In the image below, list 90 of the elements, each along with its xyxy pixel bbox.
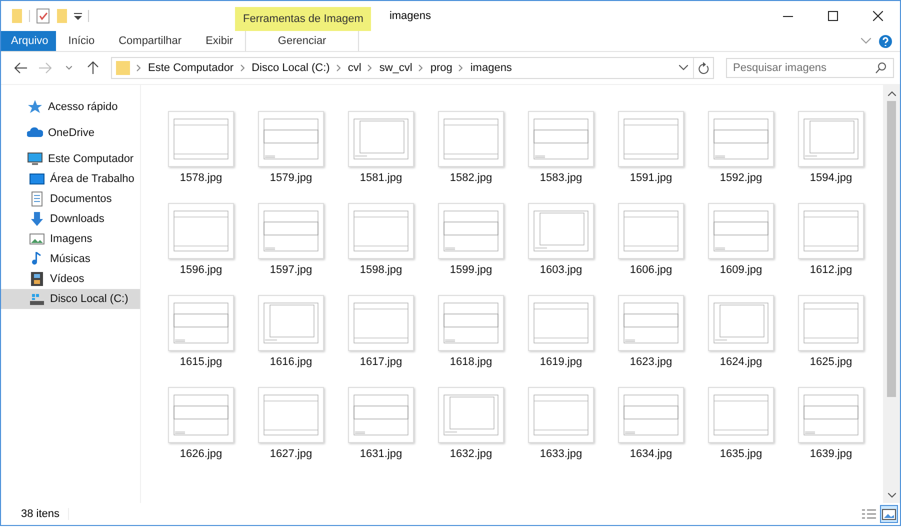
- item-count: 38 itens: [21, 508, 69, 520]
- desktop-icon: [29, 171, 45, 187]
- caret-icon: [678, 65, 688, 71]
- chevron-icon: [367, 64, 374, 72]
- sidebar-item[interactable]: Acesso rápido: [1, 97, 140, 117]
- sidebar-item[interactable]: Área de Trabalho: [1, 169, 140, 189]
- breadcrumb[interactable]: Disco Local (C:): [252, 62, 330, 74]
- window-title: imagens: [388, 9, 432, 24]
- file-name[interactable]: 1594.jpg: [810, 172, 852, 187]
- view-button[interactable]: [880, 505, 898, 523]
- document-icon: [29, 191, 45, 207]
- file-name[interactable]: 1634.jpg: [630, 448, 672, 463]
- file-name[interactable]: 1627.jpg: [270, 448, 312, 463]
- chevron-icon: [418, 64, 424, 72]
- sidebar-item[interactable]: Disco Local (C:): [1, 289, 140, 309]
- file-name[interactable]: 1581.jpg: [360, 172, 402, 187]
- file-name[interactable]: 1579.jpg: [270, 172, 312, 187]
- dropdown-icon[interactable]: [74, 12, 82, 20]
- file-name[interactable]: 1592.jpg: [720, 172, 762, 187]
- file-name[interactable]: 1623.jpg: [630, 356, 672, 371]
- file-name[interactable]: 1583.jpg: [540, 172, 582, 187]
- ribbon-tab[interactable]: Compartilhar: [106, 31, 194, 51]
- scroll-down-icon[interactable]: [888, 492, 896, 498]
- file-name[interactable]: 1625.jpg: [810, 356, 852, 371]
- picture-icon: [29, 231, 45, 247]
- address-bar[interactable]: Este Computador Disco Local (C:) cvl sw_cvl prog imagens: [111, 57, 714, 79]
- file-name[interactable]: 1617.jpg: [360, 356, 402, 371]
- file-name[interactable]: 1633.jpg: [540, 448, 582, 463]
- chevron-icon: [136, 64, 142, 72]
- sidebar-item[interactable]: Imagens: [1, 229, 140, 249]
- expand-ribbon-icon[interactable]: [861, 38, 871, 44]
- breadcrumb[interactable]: cvl: [348, 62, 362, 74]
- file-name[interactable]: 1639.jpg: [810, 448, 852, 463]
- file-name[interactable]: 1624.jpg: [720, 356, 762, 371]
- forward-icon: [38, 62, 52, 74]
- breadcrumb[interactable]: sw_cvl: [379, 62, 412, 74]
- file-name[interactable]: 1599.jpg: [450, 264, 492, 279]
- file-name[interactable]: 1582.jpg: [450, 172, 492, 187]
- breadcrumb[interactable]: prog: [430, 62, 452, 74]
- scroll-up-icon[interactable]: [888, 90, 896, 96]
- ribbon-tab[interactable]: Arquivo: [1, 31, 56, 51]
- chevron-icon: [458, 64, 464, 72]
- file-name[interactable]: 1618.jpg: [450, 356, 492, 371]
- file-name[interactable]: 1619.jpg: [540, 356, 582, 371]
- file-name[interactable]: 1626.jpg: [180, 448, 222, 463]
- up-icon: [87, 61, 99, 75]
- file-name[interactable]: 1615.jpg: [180, 356, 222, 371]
- maximize-icon: [828, 11, 838, 21]
- file-name[interactable]: 1635.jpg: [720, 448, 762, 463]
- large-icons-view-icon: [882, 508, 896, 520]
- recent-locations-icon: [66, 66, 72, 70]
- download-icon: [29, 211, 45, 227]
- scrollbar[interactable]: [883, 85, 900, 503]
- file-name[interactable]: 1578.jpg: [180, 172, 222, 187]
- sidebar-item[interactable]: OneDrive: [1, 123, 140, 143]
- computer-icon: [27, 151, 43, 167]
- file-name[interactable]: 1609.jpg: [720, 264, 762, 279]
- file-name[interactable]: 1591.jpg: [630, 172, 672, 187]
- file-name[interactable]: 1632.jpg: [450, 448, 492, 463]
- back-icon: [14, 62, 28, 74]
- folder-icon: [116, 60, 130, 76]
- sidebar-item[interactable]: Músicas: [1, 249, 140, 269]
- ribbon-tab[interactable]: Gerenciar: [245, 31, 360, 51]
- file-name[interactable]: 1603.jpg: [540, 264, 582, 279]
- file-name[interactable]: 1606.jpg: [630, 264, 672, 279]
- drive-icon: [29, 291, 45, 307]
- sidebar-item[interactable]: Vídeos: [1, 269, 140, 289]
- close-icon: [872, 11, 882, 21]
- file-name[interactable]: 1616.jpg: [270, 356, 312, 371]
- details-view-icon: [862, 508, 876, 520]
- file-name[interactable]: 1596.jpg: [180, 264, 222, 279]
- ribbon-tab[interactable]: Início: [56, 31, 107, 51]
- search-field[interactable]: Pesquisar imagens: [726, 58, 894, 78]
- contextual-tab-group: Ferramentas de Imagem: [235, 7, 372, 31]
- help-icon[interactable]: [879, 34, 892, 48]
- file-name[interactable]: 1597.jpg: [270, 264, 312, 279]
- breadcrumb[interactable]: imagens: [470, 62, 512, 74]
- file-name[interactable]: 1612.jpg: [810, 264, 852, 279]
- sidebar-item[interactable]: Downloads: [1, 209, 140, 229]
- refresh-icon: [698, 62, 709, 74]
- sidebar-item[interactable]: Documentos: [1, 189, 140, 209]
- film-icon: [29, 271, 45, 287]
- chevron-icon: [240, 64, 246, 72]
- chevron-icon: [336, 64, 342, 72]
- file-name[interactable]: 1598.jpg: [360, 264, 402, 279]
- ribbon-tab[interactable]: Exibir: [194, 31, 246, 51]
- sidebar-item[interactable]: Este Computador: [1, 149, 140, 169]
- file-name[interactable]: 1631.jpg: [360, 448, 402, 463]
- star-icon: [27, 99, 43, 115]
- breadcrumb[interactable]: Este Computador: [148, 62, 234, 74]
